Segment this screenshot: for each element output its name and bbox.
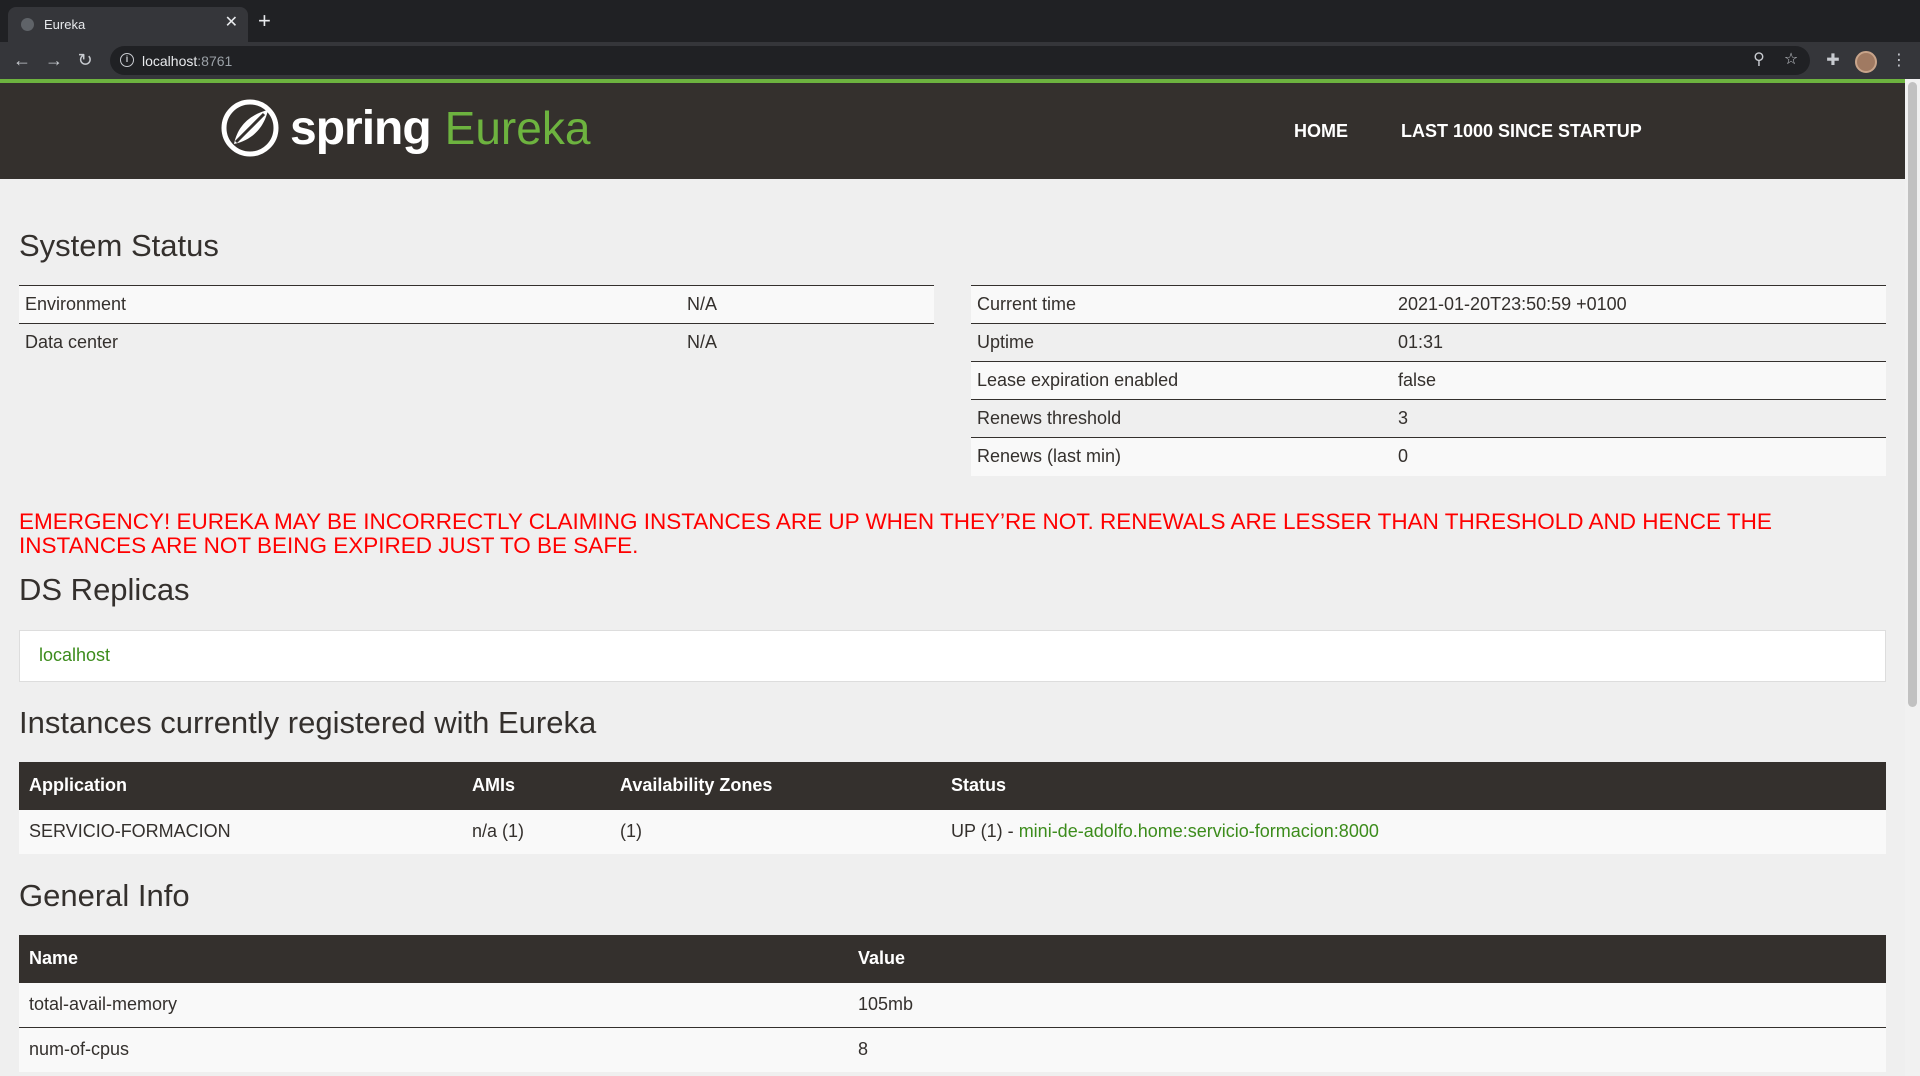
status-key: Uptime <box>971 323 1392 362</box>
table-row: Uptime 01:31 <box>971 323 1886 362</box>
instance-zones: (1) <box>610 808 941 854</box>
table-row: Lease expiration enabled false <box>971 361 1886 400</box>
tab-title: Eureka <box>44 17 86 32</box>
general-info-heading: General Info <box>19 878 190 913</box>
status-value: N/A <box>681 323 934 362</box>
status-key: Renews threshold <box>971 399 1392 438</box>
instances-table: Application AMIs Availability Zones Stat… <box>19 762 1886 854</box>
instance-status: UP (1) - mini-de-adolfo.home:servicio-fo… <box>941 808 1886 854</box>
browser-tab[interactable]: Eureka ✕ <box>8 7 248 42</box>
page-navbar: spring Eureka HOME LAST 1000 SINCE START… <box>0 83 1905 179</box>
nav-last1000-link[interactable]: LAST 1000 SINCE STARTUP <box>1401 121 1642 142</box>
status-value: N/A <box>681 285 934 324</box>
general-info-table: Name Value total-avail-memory 105mb num-… <box>19 935 1886 1072</box>
instance-link[interactable]: mini-de-adolfo.home:servicio-formacion:8… <box>1019 821 1379 841</box>
ds-replicas-list: localhost <box>19 630 1886 682</box>
system-status-heading: System Status <box>19 228 219 263</box>
globe-icon <box>21 18 34 31</box>
extensions-icon[interactable]: ✚ <box>1822 50 1844 72</box>
address-bar[interactable]: i localhost:8761 ⚲ ☆ <box>110 46 1810 75</box>
column-header: Value <box>848 935 1886 982</box>
instance-application: SERVICIO-FORMACION <box>19 808 462 854</box>
kebab-menu-icon[interactable]: ⋮ <box>1888 50 1910 72</box>
system-status-left-table: Environment N/A Data center N/A <box>19 285 934 362</box>
info-value: 8 <box>848 1026 1886 1072</box>
info-icon[interactable]: i <box>120 53 134 67</box>
status-value: false <box>1392 361 1886 400</box>
status-value: 01:31 <box>1392 323 1886 362</box>
table-row: Environment N/A <box>19 285 934 324</box>
status-key: Renews (last min) <box>971 437 1392 476</box>
status-value: 2021-01-20T23:50:59 +0100 <box>1392 285 1886 324</box>
table-row: num-of-cpus 8 <box>19 1026 1886 1072</box>
status-key: Lease expiration enabled <box>971 361 1392 400</box>
instance-amis: n/a (1) <box>462 808 610 854</box>
table-row: Renews threshold 3 <box>971 399 1886 438</box>
back-arrow-icon[interactable]: ← <box>10 48 34 72</box>
status-value: 3 <box>1392 399 1886 438</box>
column-header: Availability Zones <box>610 762 941 809</box>
nav-home-link[interactable]: HOME <box>1294 121 1348 142</box>
info-name: num-of-cpus <box>19 1026 848 1072</box>
brand-spring: spring <box>290 101 432 155</box>
table-row: total-avail-memory 105mb <box>19 981 1886 1027</box>
status-key: Data center <box>19 323 681 362</box>
ds-replicas-heading: DS Replicas <box>19 572 190 607</box>
star-icon[interactable]: ☆ <box>1780 49 1802 71</box>
brand-eureka: Eureka <box>444 102 591 154</box>
status-key: Environment <box>19 285 681 324</box>
instances-heading: Instances currently registered with Eure… <box>19 705 597 740</box>
scrollbar-thumb[interactable] <box>1908 82 1917 707</box>
info-value: 105mb <box>848 981 1886 1027</box>
replica-link[interactable]: localhost <box>39 645 110 666</box>
system-status-right-table: Current time 2021-01-20T23:50:59 +0100 U… <box>971 285 1886 476</box>
browser-tab-bar: Eureka ✕ + <box>0 0 1920 42</box>
info-name: total-avail-memory <box>19 981 848 1027</box>
column-header: Name <box>19 935 848 982</box>
table-row: SERVICIO-FORMACION n/a (1) (1) UP (1) - … <box>19 808 1886 854</box>
column-header: AMIs <box>462 762 610 809</box>
table-row: Renews (last min) 0 <box>971 437 1886 476</box>
table-row: Current time 2021-01-20T23:50:59 +0100 <box>971 285 1886 324</box>
profile-avatar[interactable] <box>1855 51 1877 73</box>
forward-arrow-icon[interactable]: → <box>42 48 66 72</box>
reload-icon[interactable]: ↻ <box>73 48 97 72</box>
new-tab-button[interactable]: + <box>258 10 271 32</box>
table-header-row: Application AMIs Availability Zones Stat… <box>19 762 1886 809</box>
spring-eureka-logo[interactable]: spring Eureka <box>220 97 590 159</box>
status-key: Current time <box>971 285 1392 324</box>
status-prefix: UP (1) - <box>951 821 1019 842</box>
zoom-icon[interactable]: ⚲ <box>1748 49 1770 71</box>
column-header: Application <box>19 762 462 809</box>
browser-toolbar: ← → ↻ i localhost:8761 ⚲ ☆ ✚ ⋮ <box>0 42 1920 79</box>
column-header: Status <box>941 762 1886 809</box>
spring-leaf-icon <box>221 99 279 157</box>
close-tab-icon[interactable]: ✕ <box>225 13 238 33</box>
table-row: Data center N/A <box>19 323 934 362</box>
table-header-row: Name Value <box>19 935 1886 982</box>
status-value: 0 <box>1392 437 1886 476</box>
url-text[interactable]: localhost:8761 <box>142 53 232 69</box>
emergency-warning: EMERGENCY! EUREKA MAY BE INCORRECTLY CLA… <box>19 509 1772 558</box>
